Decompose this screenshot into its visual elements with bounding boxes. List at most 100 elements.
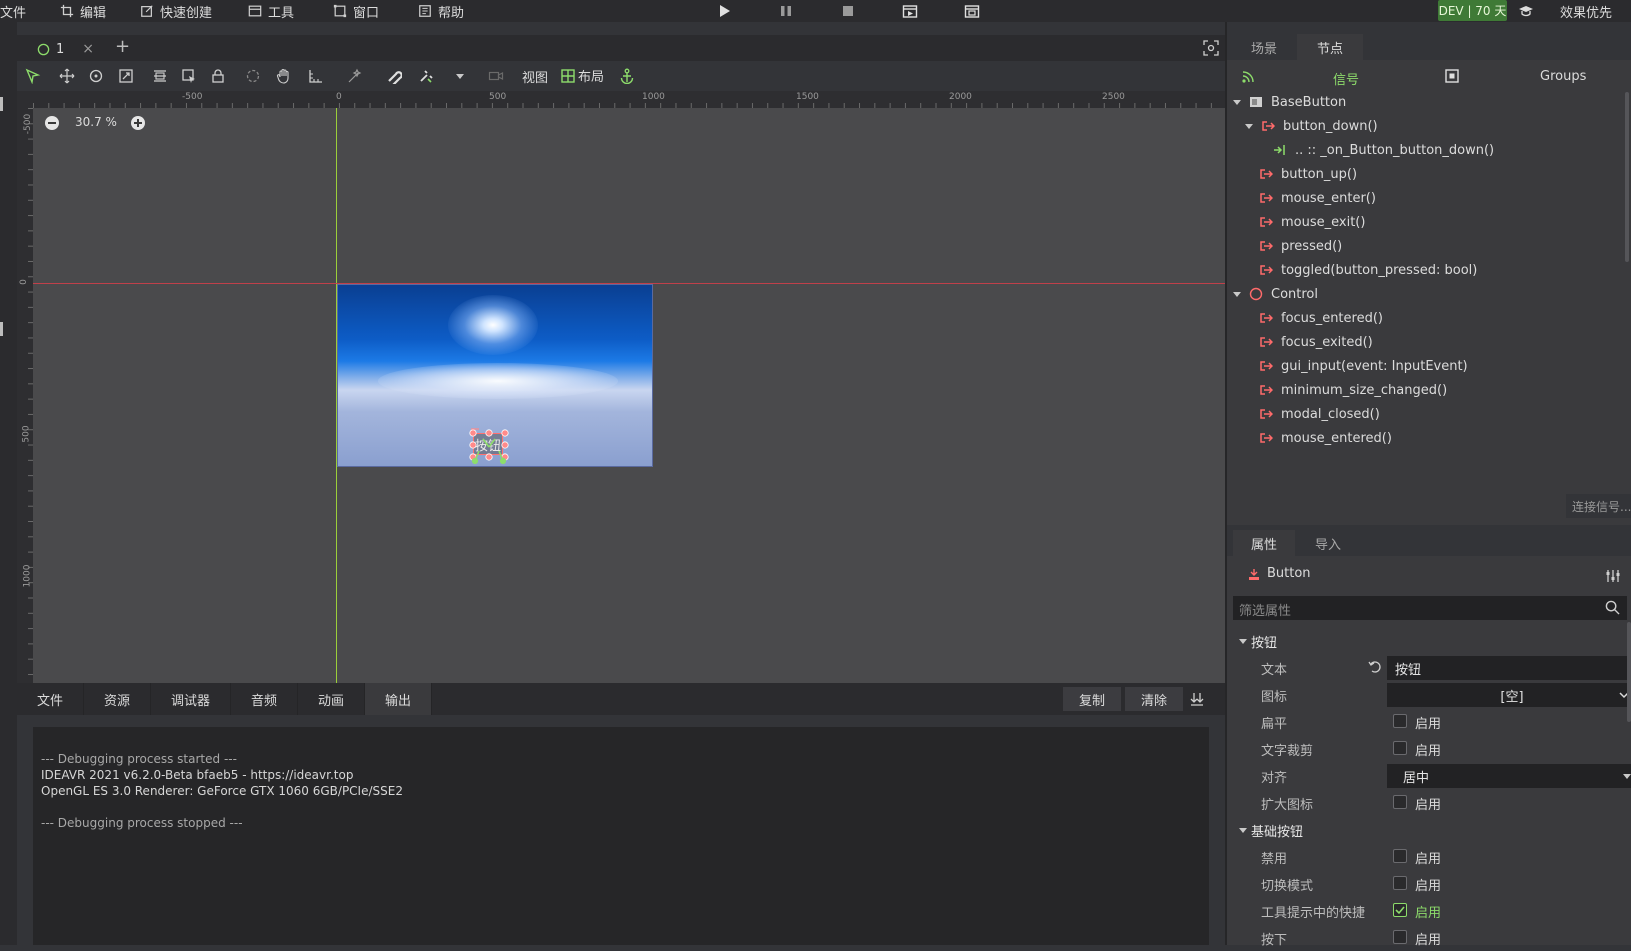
align-select[interactable]: 居中 (1387, 764, 1631, 788)
connect-signal-button[interactable]: 连接信号... (1566, 494, 1631, 518)
tree-class-control[interactable]: Control (1233, 282, 1318, 306)
snap-dropdown[interactable] (451, 67, 469, 85)
menu-tools[interactable]: 工具 (248, 2, 294, 21)
bone-tool[interactable] (307, 67, 325, 85)
bottom-panel-tabs: 文件 资源 调试器 音频 动画 输出 复制 清除 (17, 683, 1225, 715)
menu-window[interactable]: 窗口 (333, 2, 379, 21)
tree-label: .. :: _on_Button_button_down() (1295, 142, 1495, 158)
tree-signal[interactable]: pressed() (1259, 234, 1342, 258)
tree-signal[interactable]: mouse_entered() (1259, 426, 1392, 450)
revert-icon[interactable] (1368, 660, 1382, 674)
tab-audio[interactable]: 音频 (231, 683, 298, 715)
play-scene-icon[interactable] (902, 3, 918, 19)
scene-tab-1[interactable]: 1 × (37, 39, 94, 59)
tab-import[interactable]: 导入 (1297, 530, 1359, 556)
distraction-free-icon[interactable] (1203, 40, 1219, 56)
scale-tool[interactable] (117, 67, 135, 85)
disabled-checkbox[interactable] (1393, 849, 1407, 863)
view-menu[interactable]: 视图 (522, 67, 548, 86)
ruler-label: 500 (21, 425, 32, 443)
tree-signal[interactable]: mouse_exit() (1259, 210, 1365, 234)
zoom-out-button[interactable] (45, 116, 59, 130)
tab-resources[interactable]: 资源 (84, 683, 151, 715)
tree-class-basebutton[interactable]: BaseButton (1233, 90, 1346, 114)
render-mode-select[interactable]: 效果优先 (1560, 2, 1612, 21)
ruler-tool[interactable] (151, 67, 169, 85)
zoom-in-button[interactable] (131, 116, 145, 130)
output-log[interactable]: --- Debugging process started --- IDEAVR… (33, 727, 1209, 945)
lock-tool[interactable] (209, 67, 227, 85)
select-tool[interactable] (24, 67, 42, 85)
shortcut-in-tooltip-checkbox[interactable] (1393, 903, 1407, 917)
section-base-button[interactable]: 基础按钮 (1235, 817, 1631, 843)
prop-flat: 扁平 启用 (1235, 708, 1625, 735)
stop-icon[interactable] (840, 3, 856, 19)
tab-node[interactable]: 节点 (1297, 34, 1363, 60)
icon-resource-picker[interactable]: [空] (1387, 683, 1631, 707)
move-tool[interactable] (58, 67, 76, 85)
pivot-tool[interactable] (244, 67, 262, 85)
canvas-viewport[interactable]: 30.7 % 按钮 (33, 108, 1225, 683)
list-select-tool[interactable] (180, 67, 198, 85)
tree-signal[interactable]: modal_closed() (1259, 402, 1380, 426)
tab-scene[interactable]: 场景 (1235, 34, 1293, 60)
filter-properties-input[interactable]: 筛选属性 (1233, 596, 1627, 620)
dock-handle[interactable] (0, 97, 3, 111)
close-icon[interactable]: × (82, 41, 94, 57)
tree-signal[interactable]: toggled(button_pressed: bool) (1259, 258, 1477, 282)
snap-options-tool[interactable] (417, 67, 435, 85)
tree-connection[interactable]: .. :: _on_Button_button_down() (1273, 138, 1494, 162)
left-dock-strip (0, 22, 17, 945)
graduation-cap-icon[interactable] (1518, 3, 1534, 19)
rotate-tool[interactable] (87, 67, 105, 85)
magnet-tool[interactable] (385, 67, 403, 85)
tab-debugger[interactable]: 调试器 (151, 683, 231, 715)
flat-checkbox[interactable] (1393, 714, 1407, 728)
expand-icon-checkbox[interactable] (1393, 795, 1407, 809)
text-field[interactable]: 按钮 (1387, 656, 1631, 680)
menu-file[interactable]: 文件 (0, 2, 26, 21)
tab-animation[interactable]: 动画 (298, 683, 365, 715)
signal-icon (1260, 409, 1273, 419)
add-tab-button[interactable]: + (115, 36, 130, 57)
tree-signal-button-down[interactable]: button_down() (1245, 114, 1378, 138)
toggle-mode-checkbox[interactable] (1393, 876, 1407, 890)
prop-pressed: 按下 启用 (1235, 924, 1625, 951)
dock-handle[interactable] (0, 322, 3, 336)
tree-signal[interactable]: minimum_size_changed() (1259, 378, 1447, 402)
tree-signal[interactable]: mouse_enter() (1259, 186, 1376, 210)
inspector-node-header[interactable]: Button (1247, 566, 1311, 581)
camera-tool[interactable] (487, 67, 505, 85)
tree-signal[interactable]: button_up() (1259, 162, 1357, 186)
scroll-lock-icon[interactable] (1189, 691, 1205, 707)
signal-icon (1262, 121, 1275, 131)
play-icon[interactable] (716, 3, 732, 19)
menu-help[interactable]: 帮助 (418, 2, 464, 21)
play-custom-scene-icon[interactable] (964, 3, 980, 19)
tab-groups[interactable]: Groups (1540, 69, 1586, 84)
copy-button[interactable]: 复制 (1063, 687, 1121, 711)
tab-output[interactable]: 输出 (365, 683, 432, 715)
selection-handles[interactable] (463, 423, 515, 469)
pause-icon[interactable] (778, 3, 794, 19)
pressed-checkbox[interactable] (1393, 930, 1407, 944)
section-button[interactable]: 按钮 (1235, 628, 1631, 654)
sliders-icon[interactable] (1605, 568, 1621, 584)
tree-signal[interactable]: gui_input(event: InputEvent) (1259, 354, 1468, 378)
tab-signals[interactable]: 信号 (1333, 69, 1359, 88)
menu-quick-create[interactable]: 快速创建 (140, 2, 212, 21)
clip-text-checkbox[interactable] (1393, 741, 1407, 755)
layout-menu[interactable]: 布局 (561, 66, 604, 85)
clear-button[interactable]: 清除 (1125, 687, 1183, 711)
tab-files[interactable]: 文件 (17, 683, 84, 715)
scrollbar[interactable] (1627, 622, 1631, 722)
tree-signal[interactable]: focus_exited() (1259, 330, 1373, 354)
scrollbar[interactable] (1625, 92, 1629, 262)
anchor-tool[interactable] (618, 67, 636, 85)
zoom-level[interactable]: 30.7 % (75, 115, 117, 129)
tree-signal[interactable]: focus_entered() (1259, 306, 1383, 330)
menu-edit[interactable]: 编辑 (60, 2, 106, 21)
tab-inspector[interactable]: 属性 (1233, 530, 1295, 556)
smart-snap-tool[interactable] (346, 67, 364, 85)
pan-tool[interactable] (275, 67, 293, 85)
